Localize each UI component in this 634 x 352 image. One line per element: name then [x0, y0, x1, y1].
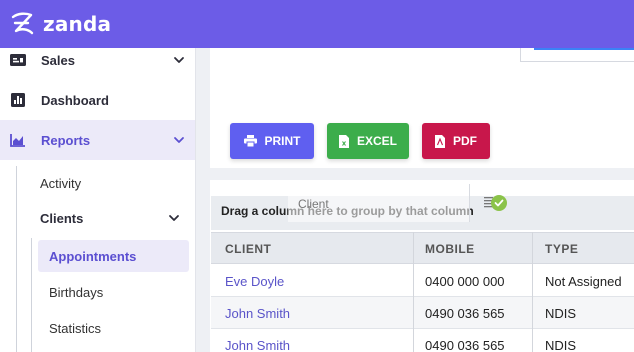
sidebar: Sales Dashboard Reports Activity Clients… — [0, 48, 196, 352]
type-cell: Not Assigned — [545, 274, 622, 289]
column-divider — [413, 232, 414, 352]
sidebar-item-label: Dashboard — [41, 92, 109, 108]
type-cell: NDIS — [545, 306, 577, 321]
svg-text:x: x — [342, 139, 347, 147]
sidebar-item-label: Reports — [41, 132, 91, 148]
zanda-logo-icon — [11, 12, 34, 35]
chevron-down-icon — [169, 215, 179, 221]
print-button-label: PRINT — [264, 134, 301, 148]
sidebar-subitem-clients[interactable]: Clients — [40, 211, 83, 226]
print-button[interactable]: PRINT — [230, 123, 314, 159]
excel-button-label: EXCEL — [356, 134, 397, 148]
column-divider — [532, 232, 533, 352]
mobile-cell: 0400 000 000 — [425, 274, 505, 289]
focus-strip — [534, 48, 634, 50]
dragging-column-label: Client — [298, 197, 329, 211]
sidebar-subitem-statistics[interactable]: Statistics — [38, 312, 189, 344]
sidebar-item-dashboard[interactable]: Dashboard — [0, 80, 195, 120]
sidebar-subitem-birthdays[interactable]: Birthdays — [38, 276, 189, 308]
bar-chart-icon — [9, 91, 27, 109]
area-chart-icon — [9, 131, 27, 149]
sidebar-item-sales[interactable]: Sales — [0, 40, 195, 80]
column-header-mobile[interactable]: MOBILE — [425, 242, 475, 256]
drop-allowed-check-icon — [491, 195, 507, 211]
client-link[interactable]: John Smith — [225, 338, 290, 352]
mobile-cell: 0490 036 565 — [425, 306, 505, 321]
zanda-logo[interactable]: zanda — [10, 10, 111, 38]
pdf-button-label: PDF — [453, 134, 477, 148]
logo-text: zanda — [43, 12, 112, 36]
sidebar-subitem-activity[interactable]: Activity — [40, 176, 81, 191]
sidebar-subitem-appointments[interactable]: Appointments — [38, 240, 189, 272]
submenu-line — [16, 166, 17, 352]
chevron-down-icon — [174, 57, 184, 63]
mobile-cell: 0490 036 565 — [425, 338, 505, 352]
column-header-client[interactable]: CLIENT — [225, 242, 271, 256]
excel-button[interactable]: x EXCEL — [327, 123, 409, 159]
money-icon — [9, 51, 27, 69]
printer-icon — [243, 135, 257, 147]
pdf-file-icon — [435, 134, 445, 148]
type-cell: NDIS — [545, 338, 577, 352]
client-link[interactable]: John Smith — [225, 306, 290, 321]
column-header-type[interactable]: TYPE — [545, 242, 578, 256]
sidebar-item-reports[interactable]: Reports — [0, 120, 195, 160]
sidebar-item-label: Sales — [41, 52, 75, 68]
input-box-edge — [520, 48, 634, 62]
submenu-line — [31, 238, 32, 352]
chevron-down-icon — [174, 137, 184, 143]
pdf-button[interactable]: PDF — [422, 123, 490, 159]
excel-file-icon: x — [338, 134, 349, 148]
client-link[interactable]: Eve Doyle — [225, 274, 284, 289]
